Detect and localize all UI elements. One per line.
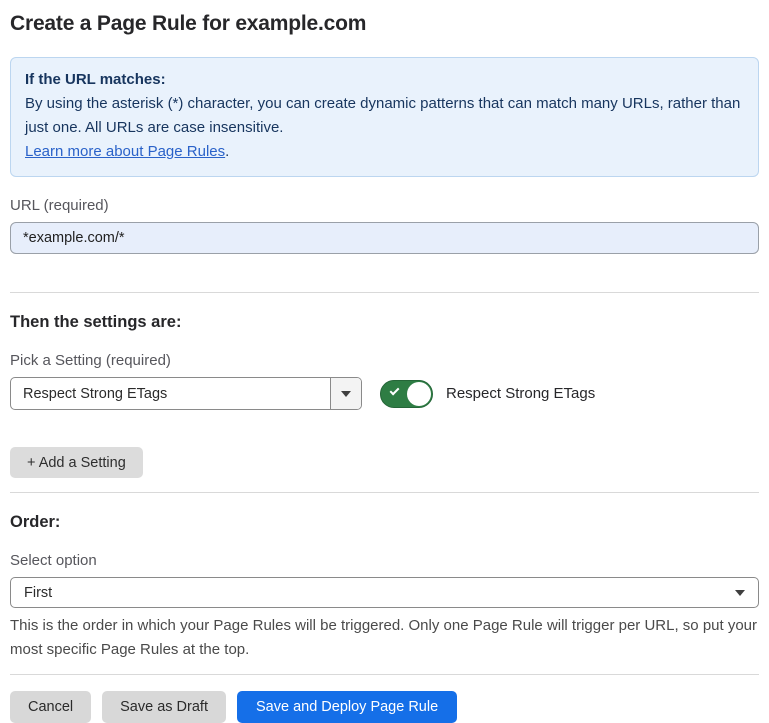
order-section-heading: Order:	[10, 513, 759, 532]
setting-dropdown[interactable]: Respect Strong ETags	[10, 377, 362, 410]
settings-section-heading: Then the settings are:	[10, 313, 759, 332]
setting-toggle[interactable]	[380, 380, 433, 408]
toggle-knob	[407, 382, 431, 406]
link-period: .	[225, 143, 229, 160]
check-icon	[390, 385, 400, 395]
setting-row: Respect Strong ETags Respect Strong ETag…	[10, 377, 759, 410]
section-divider	[10, 492, 759, 493]
info-box-heading: If the URL matches:	[25, 68, 744, 92]
page-rule-form: Create a Page Rule for example.com If th…	[0, 0, 769, 723]
order-select[interactable]: First	[10, 577, 759, 608]
chevron-down-icon	[341, 391, 351, 397]
learn-more-link[interactable]: Learn more about Page Rules	[25, 143, 225, 160]
setting-dropdown-arrow-box[interactable]	[330, 378, 361, 409]
url-input[interactable]	[10, 222, 759, 254]
order-select-value: First	[24, 585, 52, 601]
setting-dropdown-value: Respect Strong ETags	[11, 378, 330, 409]
order-help-text: This is the order in which your Page Rul…	[10, 614, 759, 662]
footer-actions: Cancel Save as Draft Save and Deploy Pag…	[10, 691, 759, 723]
section-divider	[10, 292, 759, 293]
url-match-info-box: If the URL matches: By using the asteris…	[10, 57, 759, 177]
toggle-setting-label: Respect Strong ETags	[446, 385, 595, 402]
add-setting-button[interactable]: + Add a Setting	[10, 447, 143, 478]
cancel-button[interactable]: Cancel	[10, 691, 91, 723]
info-box-body: By using the asterisk (*) character, you…	[25, 92, 744, 140]
chevron-down-icon	[735, 590, 745, 596]
setting-picker-label: Pick a Setting (required)	[10, 352, 759, 369]
info-box-link-line: Learn more about Page Rules.	[25, 140, 744, 164]
footer-divider	[10, 674, 759, 675]
order-select-label: Select option	[10, 552, 759, 569]
page-title: Create a Page Rule for example.com	[10, 12, 759, 36]
save-deploy-button[interactable]: Save and Deploy Page Rule	[237, 691, 457, 723]
save-draft-button[interactable]: Save as Draft	[102, 691, 226, 723]
url-field-label: URL (required)	[10, 197, 759, 214]
